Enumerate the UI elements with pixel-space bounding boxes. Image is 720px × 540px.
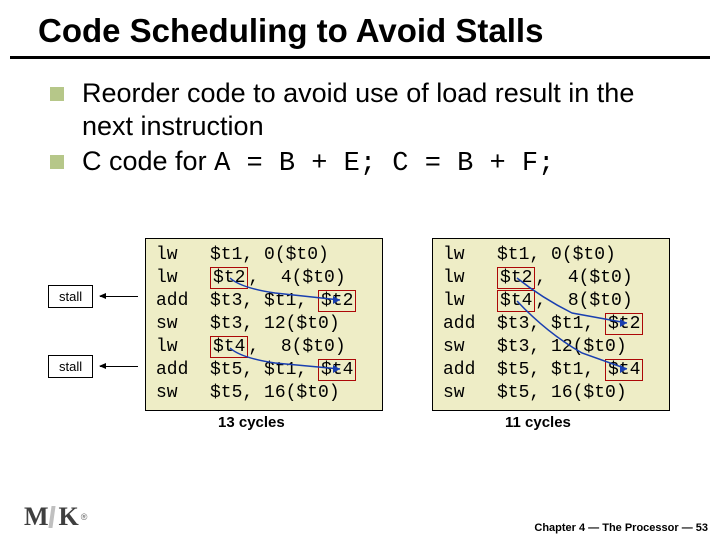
cycle-count-right: 11 cycles	[505, 414, 571, 431]
stall-label: stall	[48, 285, 93, 308]
arrow-icon	[100, 366, 138, 367]
bullet-marker-icon	[50, 155, 64, 169]
stall-label: stall	[48, 355, 93, 378]
bullet-text: Reorder code to avoid use of load result…	[82, 77, 692, 143]
code-block-original: lw $t1, 0($t0) lw $t2, 4($t0) add $t3, $…	[145, 238, 383, 411]
bullet-list: Reorder code to avoid use of load result…	[50, 77, 692, 181]
arrow-icon	[100, 296, 138, 297]
bullet-marker-icon	[50, 87, 64, 101]
slide-title: Code Scheduling to Avoid Stalls	[38, 12, 710, 50]
bullet-text: C code for A = B + E; C = B + F;	[82, 145, 554, 181]
cycle-count-left: 13 cycles	[218, 414, 285, 431]
footer-text: Chapter 4 — The Processor — 53	[534, 522, 708, 534]
publisher-logo: MK®	[24, 502, 87, 532]
code-block-reordered: lw $t1, 0($t0) lw $t2, 4($t0) lw $t4, 8(…	[432, 238, 670, 411]
